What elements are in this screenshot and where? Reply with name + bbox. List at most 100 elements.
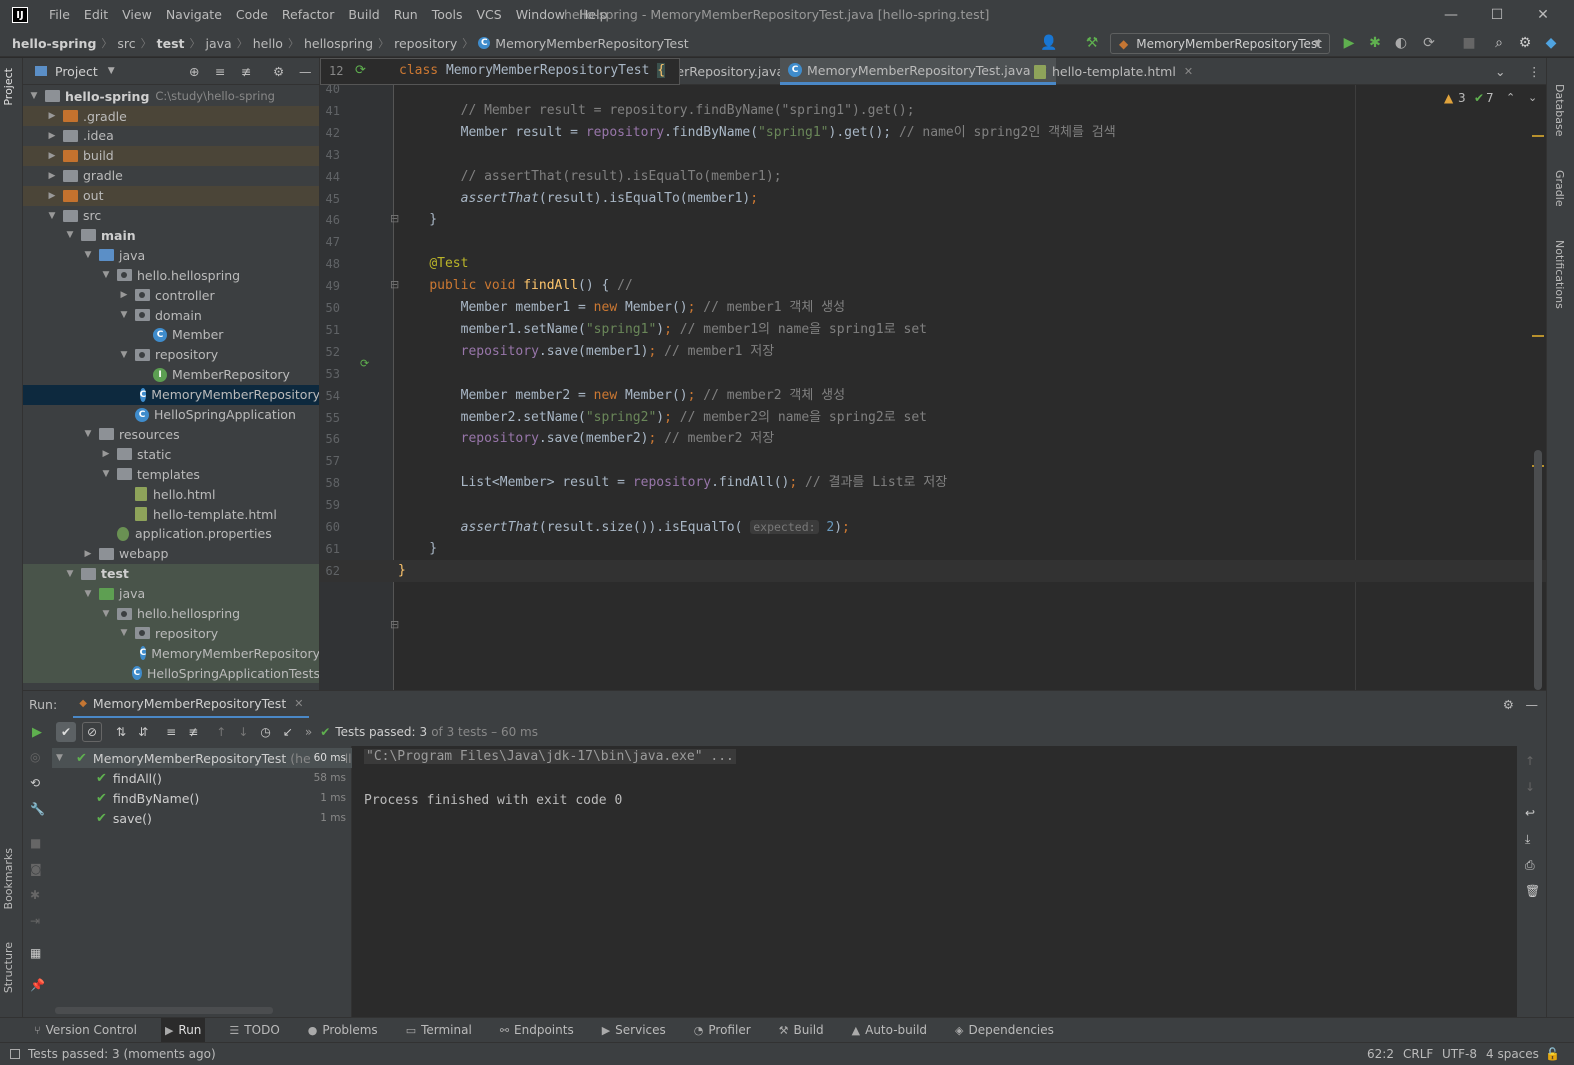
more-options-icon[interactable]: ⋮ <box>1528 58 1541 85</box>
code-line[interactable]: 53 <box>320 363 1546 385</box>
bookmarks-side-tab[interactable]: Bookmarks <box>2 848 15 909</box>
tree-item[interactable]: hello-template.html <box>23 504 319 524</box>
project-side-tab[interactable]: Project <box>2 68 15 106</box>
pin-icon[interactable]: 📌 <box>30 978 45 992</box>
chevron-right-icon[interactable]: ▶ <box>45 191 59 201</box>
code-line[interactable]: 42 Member result = repository.findByName… <box>320 122 1546 144</box>
lock-icon[interactable]: 🔓 <box>1545 1043 1560 1065</box>
camera-icon[interactable]: ◙ <box>30 862 42 876</box>
soft-wrap-icon[interactable]: ↩ <box>1525 806 1535 820</box>
project-panel-title[interactable]: Project <box>55 64 98 79</box>
code-line[interactable]: 41 // Member result = repository.findByN… <box>320 100 1546 122</box>
tool-tab-endpoints[interactable]: ⚯ Endpoints <box>496 1018 578 1043</box>
minimize-icon[interactable]: — <box>1428 0 1474 30</box>
chevron-down-icon[interactable]: ▼ <box>45 211 59 221</box>
code-text[interactable]: repository.save(member2); // member2 저장 <box>398 428 775 450</box>
tree-item[interactable]: ▼ test <box>23 563 319 584</box>
menu-run[interactable]: Run <box>387 0 425 30</box>
chevron-down-icon[interactable]: ▼ <box>81 429 95 439</box>
breadcrumb-item[interactable]: src <box>117 36 135 51</box>
editor-tab[interactable]: CMemoryMemberRepositoryTest.java✕ <box>780 58 1056 85</box>
chevron-up-icon[interactable]: ⌃ <box>1506 91 1515 104</box>
code-text[interactable]: member2.setName("spring2"); // member2의 … <box>398 407 927 429</box>
breadcrumb-item[interactable]: hellospring <box>304 36 373 51</box>
code-text[interactable]: Member member2 = new Member(); // member… <box>398 385 845 407</box>
code-line[interactable]: 45 assertThat(result).isEqualTo(member1)… <box>320 188 1546 210</box>
menu-vcs[interactable]: VCS <box>470 0 509 30</box>
tree-item[interactable]: ▼ src <box>23 206 319 226</box>
collapse-all-icon[interactable]: ≢ <box>188 725 198 739</box>
menu-view[interactable]: View <box>115 0 159 30</box>
code-text[interactable]: // assertThat(result).isEqualTo(member1)… <box>398 166 782 188</box>
tool-tab-run[interactable]: ▶ Run <box>160 1017 206 1043</box>
layout-icon[interactable]: ▦ <box>30 946 41 960</box>
tool-tab-version-control[interactable]: ⑂ Version Control <box>30 1018 141 1043</box>
chevron-down-icon[interactable]: ⌄ <box>1528 91 1537 104</box>
gradle-side-tab[interactable]: Gradle <box>1553 170 1566 207</box>
chevron-down-icon[interactable]: ▼ <box>63 569 77 579</box>
tree-item[interactable]: C MemoryMemberRepository <box>23 384 319 405</box>
chevron-right-icon[interactable]: ▶ <box>45 171 59 181</box>
coverage-icon[interactable]: ◐ <box>1392 34 1410 52</box>
close-icon[interactable]: ✕ <box>1184 65 1193 78</box>
test-suite-row[interactable]: ▼✔MemoryMemberRepositoryTest(hello.hell6… <box>52 748 352 768</box>
tool-tab-auto-build[interactable]: ▲ Auto-build <box>848 1018 931 1043</box>
toggle-tool-windows-icon[interactable] <box>10 1049 20 1059</box>
run-tab[interactable]: ◆ MemoryMemberRepositoryTest ✕ <box>73 691 310 719</box>
import-tests-icon[interactable]: ↙ <box>283 725 293 739</box>
tree-item[interactable]: ▶ build <box>23 145 319 166</box>
chevron-right-icon[interactable]: ▶ <box>45 111 59 121</box>
tree-item[interactable]: ▶ controller <box>23 285 319 305</box>
test-case-row[interactable]: ✔ save() 1 ms <box>52 808 352 828</box>
code-text[interactable]: assertThat(result.size()).isEqualTo( exp… <box>398 516 850 539</box>
chevron-down-icon[interactable]: ▼ <box>117 628 131 638</box>
tool-tab-profiler[interactable]: ◔ Profiler <box>690 1018 755 1043</box>
run-console[interactable]: "C:\Program Files\Java\jdk-17\bin\java.e… <box>352 746 1517 1017</box>
tree-item[interactable]: C MemoryMemberRepository <box>23 643 319 664</box>
stop-icon[interactable]: ■ <box>30 836 41 850</box>
tree-item[interactable]: I MemberRepository <box>23 365 319 385</box>
menu-window[interactable]: Window <box>509 0 572 30</box>
code-line[interactable]: 40 <box>320 85 1546 100</box>
chevron-down-icon[interactable]: ▼ <box>99 469 113 479</box>
tree-item[interactable]: ▼ repository <box>23 345 319 365</box>
code-text[interactable]: public void findAll() { // <box>398 275 633 297</box>
tool-tab-build[interactable]: ⚒ Build <box>775 1018 828 1043</box>
weak-warning-count[interactable]: 7 <box>1486 91 1494 105</box>
code-text[interactable]: @Test <box>398 253 468 275</box>
locate-icon[interactable]: ⊕ <box>189 64 199 79</box>
code-line[interactable]: 47 <box>320 231 1546 253</box>
tool-tab-dependencies[interactable]: ◈ Dependencies <box>951 1018 1058 1043</box>
sort-duration-icon[interactable]: ⇵ <box>138 725 148 739</box>
breadcrumb-item[interactable]: repository <box>394 36 457 51</box>
code-text[interactable]: } <box>398 560 406 582</box>
code-line[interactable]: 58 List<Member> result = repository.find… <box>320 472 1546 494</box>
close-icon[interactable]: ✕ <box>294 697 303 710</box>
tree-item[interactable]: ▼ main <box>23 225 319 245</box>
caret-position[interactable]: 62:2 <box>1367 1043 1394 1065</box>
chevron-right-icon[interactable]: ▶ <box>45 151 59 161</box>
menu-build[interactable]: Build <box>341 0 386 30</box>
next-test-icon[interactable]: ↓ <box>238 725 248 739</box>
chevron-down-icon[interactable]: ▼ <box>63 230 77 240</box>
breadcrumb-item[interactable]: hello <box>253 36 283 51</box>
chevron-down-icon[interactable]: ▼ <box>117 310 131 320</box>
test-tree-scrollbar[interactable] <box>55 1007 273 1014</box>
editor-tab[interactable]: hello-template.html ✕ <box>1026 58 1201 85</box>
code-editor[interactable]: ⟳ ⊟ ⊟ ⊟ 40 41 // Member result = repository.… <box>320 85 1546 690</box>
code-line[interactable]: 50 Member member1 = new Member(); // mem… <box>320 297 1546 319</box>
tree-item[interactable]: hello.html <box>23 484 319 504</box>
status-message[interactable]: Tests passed: 3 (moments ago) <box>28 1047 216 1061</box>
history-icon[interactable]: ◷ <box>260 725 270 739</box>
tree-item[interactable]: C Member <box>23 325 319 345</box>
code-line[interactable]: 52 repository.save(member1); // member1 … <box>320 341 1546 363</box>
menu-tools[interactable]: Tools <box>425 0 470 30</box>
hide-panel-icon[interactable]: — <box>1526 697 1539 712</box>
code-line[interactable]: 48 @Test <box>320 253 1546 275</box>
tree-item[interactable]: C HelloSpringApplication <box>23 405 319 425</box>
menu-edit[interactable]: Edit <box>77 0 115 30</box>
chevron-right-icon[interactable]: ▶ <box>117 290 131 300</box>
tree-item[interactable]: ▼ resources <box>23 424 319 444</box>
gear-icon[interactable]: ⚙ <box>273 64 284 79</box>
breadcrumb-item[interactable]: hello-spring <box>12 36 96 51</box>
